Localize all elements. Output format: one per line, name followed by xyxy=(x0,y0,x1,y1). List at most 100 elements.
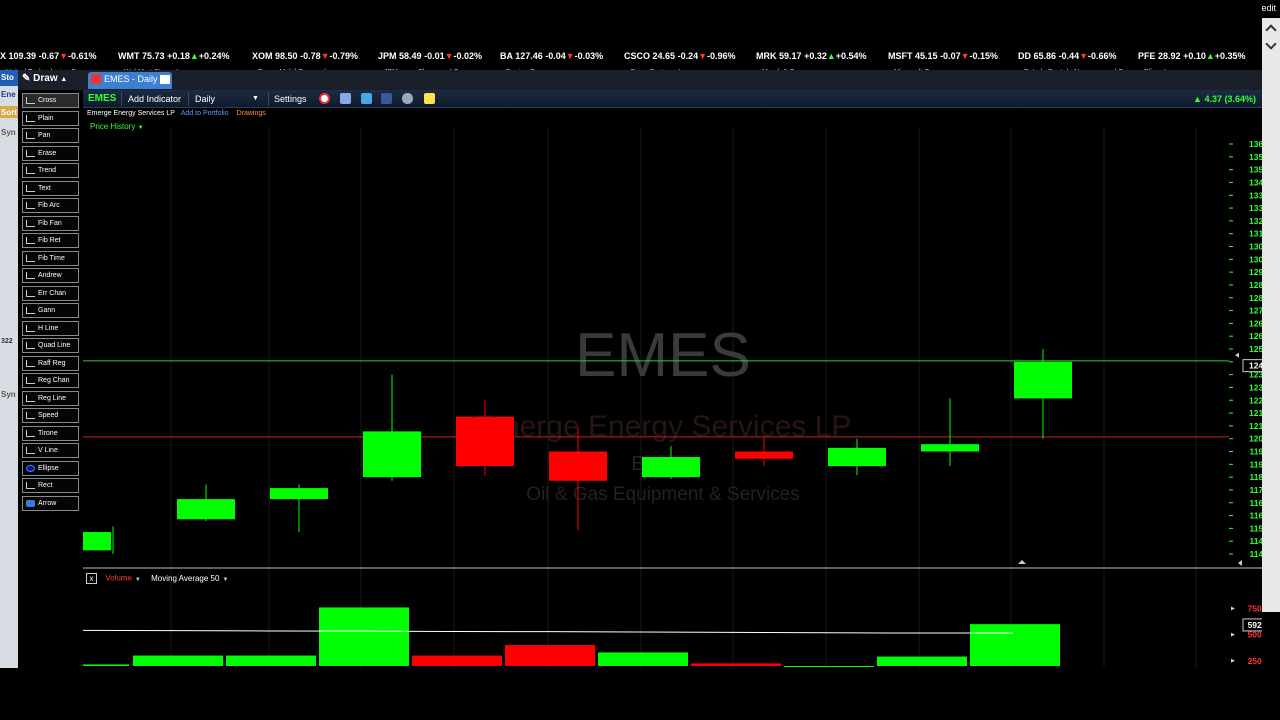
notes-icon[interactable] xyxy=(424,93,435,104)
tool-quad-line[interactable]: Quad Line xyxy=(22,338,79,353)
pan-icon xyxy=(26,132,35,139)
tool-fib-ret[interactable]: Fib Ret xyxy=(22,233,79,248)
twitter-icon[interactable] xyxy=(361,93,372,104)
left-strip-label-3[interactable]: Sort xyxy=(0,106,18,118)
speed-icon xyxy=(26,412,35,419)
volume-bar xyxy=(970,624,1060,666)
text-icon xyxy=(26,184,35,192)
ticker-item[interactable]: JPM 58.49 -0.01▼-0.02%JPMorgan Chase and… xyxy=(378,52,482,70)
tool-cross[interactable]: Cross xyxy=(22,93,79,108)
right-scrollbar[interactable] xyxy=(1262,18,1280,612)
add-indicator-button[interactable]: Add Indicator xyxy=(128,94,181,104)
ticker-percent: +0.54% xyxy=(835,52,867,61)
tool-andrew[interactable]: Andrew xyxy=(22,268,79,283)
cloud-share-icon[interactable] xyxy=(402,93,413,104)
tool-fib-arc[interactable]: Fib Arc xyxy=(22,198,79,213)
ticker-percent: -0.02% xyxy=(453,52,483,61)
ticker-price: 75.73 xyxy=(142,52,165,61)
volume-bars xyxy=(83,607,1060,667)
tool-v-line[interactable]: V Line xyxy=(22,443,79,458)
ticker-item[interactable]: MRK 59.17 +0.32▲+0.54%Merck & Co xyxy=(756,52,867,70)
raff-reg-icon xyxy=(26,359,35,367)
close-volume-panel-icon[interactable]: x xyxy=(86,573,97,584)
chevron-down-icon[interactable]: ▼ xyxy=(222,577,228,583)
ticker-item[interactable]: PFE 28.92 +0.10▲+0.35%Pfizer Inc xyxy=(1138,52,1246,70)
chevron-down-icon[interactable]: ▼ xyxy=(135,577,141,583)
moving-average-label[interactable]: Moving Average 50 xyxy=(151,574,219,583)
price-chart[interactable]: EMES Emerge Energy Services LP Energy Oi… xyxy=(83,108,1262,668)
price-tick-label: 115.50 xyxy=(1249,523,1262,533)
ticker-symbol: WMT xyxy=(118,52,140,61)
price-tick-label: 135.10 xyxy=(1249,165,1262,175)
close-tab-icon[interactable] xyxy=(91,74,101,84)
facebook-icon[interactable] xyxy=(381,93,392,104)
ticker-item[interactable]: XOM 98.50 -0.78▼-0.79%Exxon Mobil Corpor… xyxy=(252,52,358,70)
ticker-percent: +0.35% xyxy=(1214,52,1246,61)
symbol-label[interactable]: EMES xyxy=(88,93,116,104)
volume-bar xyxy=(226,655,316,666)
tirone-icon xyxy=(26,429,35,437)
candle xyxy=(549,427,607,531)
last-price-label: 124.39 xyxy=(1249,361,1262,371)
volume-bar xyxy=(83,664,129,666)
tool-trend[interactable]: Trend xyxy=(22,163,79,178)
scroll-down-arrow-icon[interactable] xyxy=(1265,38,1277,50)
ticker-item[interactable]: BA 127.46 -0.04▼-0.03%Boeing Co xyxy=(500,52,603,70)
ticker-quote: CSCO 24.65 -0.24▼-0.96% xyxy=(624,52,736,61)
volume-series-label[interactable]: Volume xyxy=(105,574,132,583)
volume-bar xyxy=(691,663,781,666)
candle-body xyxy=(177,499,235,520)
ticker-quote: MRK 59.17 +0.32▲+0.54% xyxy=(756,52,867,61)
left-side-panel-strip: Sto Ene Sort Syn 322 Syn xyxy=(0,70,18,668)
settings-button[interactable]: Settings xyxy=(274,94,307,104)
left-strip-label-1[interactable]: Sto xyxy=(0,70,18,86)
volume-bar xyxy=(319,607,409,666)
ticker-percent: -0.15% xyxy=(969,52,999,61)
tool-gann[interactable]: Gann xyxy=(22,303,79,318)
ticker-percent: -0.79% xyxy=(329,52,359,61)
volume-tick-marker-icon xyxy=(1231,658,1235,663)
tool-reg-line[interactable]: Reg Line xyxy=(22,390,79,406)
ticker-item[interactable]: CSCO 24.65 -0.24▼-0.96%Cisco Systems Inc xyxy=(624,52,736,70)
price-tick-label: 125.30 xyxy=(1249,344,1262,354)
copy-chart-icon[interactable] xyxy=(340,93,351,104)
tool-err-chan[interactable]: Err Chan xyxy=(22,285,79,301)
down-arrow-icon: ▼ xyxy=(565,52,575,61)
alarm-clock-icon[interactable] xyxy=(319,93,330,104)
quad-line-icon xyxy=(26,342,35,349)
tool-text[interactable]: Text xyxy=(22,180,79,196)
price-tick-label: 119.00 xyxy=(1249,459,1262,469)
tool-label: Cross xyxy=(38,97,57,104)
ticker-item[interactable]: WMT 75.73 +0.18▲+0.24%Wal-Mart Stores In… xyxy=(118,52,230,70)
price-change-readout: ▲ 4.37 (3.64%) xyxy=(1193,94,1256,104)
down-arrow-icon: ▼ xyxy=(320,52,330,61)
scroll-up-arrow-icon[interactable] xyxy=(1265,24,1277,36)
chevron-down-icon[interactable]: ▼ xyxy=(252,95,259,102)
tool-raff-reg[interactable]: Raff Reg xyxy=(22,355,79,371)
tab-emes-daily[interactable]: EMES - Daily xyxy=(88,72,172,89)
tool-plain[interactable]: Plain xyxy=(22,110,79,126)
tool-tirone[interactable]: Tirone xyxy=(22,425,79,441)
interval-select[interactable]: Daily xyxy=(195,94,215,104)
ticker-item[interactable]: MSFT 45.15 -0.07▼-0.15%Microsoft Corp xyxy=(888,52,998,70)
tool-fib-fan[interactable]: Fib Fan xyxy=(22,215,79,231)
draw-menu-button[interactable]: ✎ Draw ▲ xyxy=(22,73,67,87)
price-tick-label: 120.40 xyxy=(1249,434,1262,444)
tool-erase[interactable]: Erase xyxy=(22,145,79,161)
candle xyxy=(83,526,114,554)
ticker-item[interactable]: X 109.39 -0.67▼-0.61%United Technologies… xyxy=(0,52,97,70)
v-line-icon xyxy=(26,447,35,454)
ticker-quote: JPM 58.49 -0.01▼-0.02% xyxy=(378,52,482,61)
tool-rect[interactable]: Rect xyxy=(22,478,79,493)
tool-pan[interactable]: Pan xyxy=(22,128,79,143)
tool-speed[interactable]: Speed xyxy=(22,408,79,423)
popout-icon[interactable] xyxy=(160,75,170,84)
tool-fib-time[interactable]: Fib Time xyxy=(22,250,79,266)
tool-reg-chan[interactable]: Reg Chan xyxy=(22,373,79,388)
tool-h-line[interactable]: H Line xyxy=(22,320,79,336)
edit-link[interactable]: edit xyxy=(1261,3,1276,13)
down-arrow-icon: ▼ xyxy=(1079,52,1088,61)
tool-arrow[interactable]: Arrow xyxy=(22,495,79,511)
ticker-item[interactable]: DD 65.86 -0.44▼-0.66%E. I. du Pont de Ne… xyxy=(1018,52,1127,70)
tool-ellipse[interactable]: Ellipse xyxy=(22,460,79,476)
